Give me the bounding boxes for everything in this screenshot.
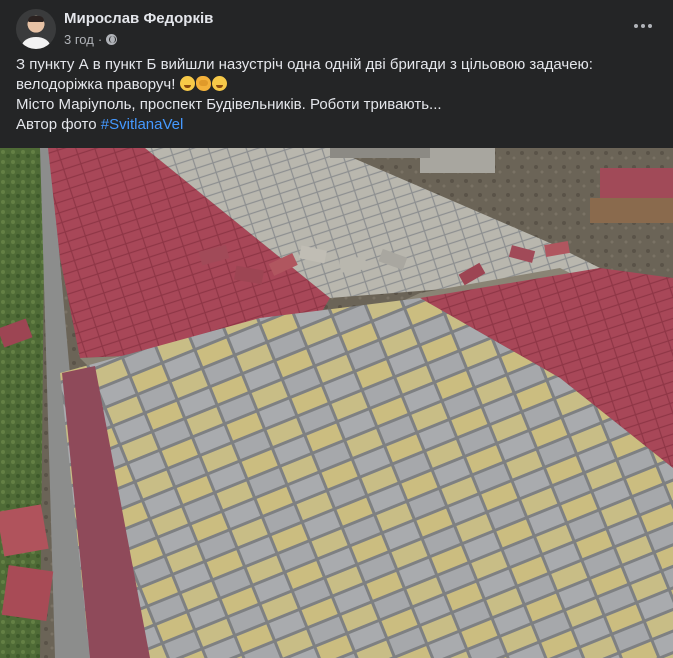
meta-separator: · xyxy=(97,32,103,47)
avatar-hair xyxy=(28,16,44,22)
paving-photo-illustration xyxy=(0,148,673,658)
post-photo[interactable] xyxy=(0,148,673,658)
post-text-line-2-text: велодоріжка праворуч! xyxy=(16,76,180,93)
facebook-post: Мирослав Федорків 3 год · З пункту А в п… xyxy=(0,0,673,658)
flushed-face-icon xyxy=(179,76,195,91)
post-text-line-3: Місто Маріуполь, проспект Будівельників.… xyxy=(16,96,442,113)
post-text: З пункту А в пункт Б вийшли назустріч од… xyxy=(16,55,657,135)
globe-icon[interactable] xyxy=(106,34,118,45)
post-text-line-4: Автор фото #SvitlanaVel xyxy=(16,115,657,135)
more-options-icon[interactable] xyxy=(631,14,655,38)
post-text-line-2: велодоріжка праворуч! xyxy=(16,75,657,95)
photo-credit-label: Автор фото xyxy=(16,116,101,133)
avatar-shirt xyxy=(22,37,50,49)
post-text-line-1: З пункту А в пункт Б вийшли назустріч од… xyxy=(16,56,593,73)
author-name[interactable]: Мирослав Федорків xyxy=(64,10,213,27)
flexed-biceps-icon xyxy=(195,76,211,91)
hashtag-link[interactable]: #SvitlanaVel xyxy=(101,116,184,133)
author-avatar[interactable] xyxy=(16,9,56,49)
post-header: Мирослав Федорків 3 год · xyxy=(16,6,657,50)
post-time[interactable]: 3 год xyxy=(64,32,94,47)
rolling-on-floor-laughing-icon xyxy=(211,76,227,91)
post-meta: 3 год · xyxy=(64,32,118,47)
